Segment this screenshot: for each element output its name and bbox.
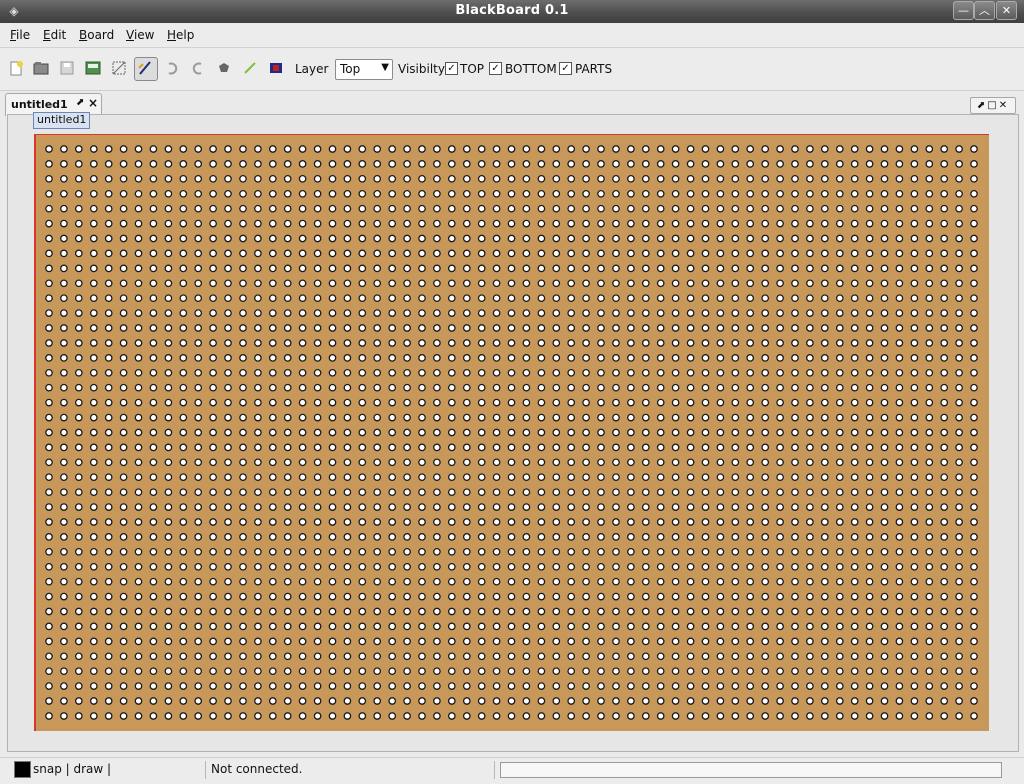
tab-tooltip: untitled1: [33, 112, 91, 129]
color-icon[interactable]: [266, 58, 286, 78]
export-icon[interactable]: [83, 58, 103, 78]
rotate-icon[interactable]: [214, 58, 234, 78]
close-tab-icon[interactable]: ×: [88, 96, 98, 110]
title-bar: ◈ BlackBoard 0.1 — ︿ ✕: [0, 0, 1024, 23]
parts-checkbox-label: PARTS: [575, 62, 613, 76]
select-icon[interactable]: [109, 58, 129, 78]
layer-label: Layer: [295, 62, 329, 76]
parts-checkbox[interactable]: ✓: [559, 62, 572, 75]
status-mode: snap | draw |: [33, 762, 112, 776]
visibility-label: Visibilty: [398, 62, 445, 76]
tab-label: untitled1: [11, 98, 68, 111]
layer-select-value: Top: [340, 62, 361, 76]
menu-edit[interactable]: Edit: [43, 28, 66, 42]
layer-select[interactable]: Top ▼: [335, 59, 393, 80]
toolbar: Layer Top ▼ Visibilty ✓ TOP ✓ BOTTOM ✓ P…: [0, 48, 1024, 91]
new-icon[interactable]: [6, 58, 26, 78]
bottom-checkbox[interactable]: ✓: [489, 62, 502, 75]
perfboard-canvas[interactable]: [34, 134, 989, 731]
status-connection: Not connected.: [211, 762, 303, 776]
menu-file[interactable]: File: [10, 28, 30, 42]
open-icon[interactable]: [31, 58, 51, 78]
color-swatch: [14, 761, 31, 778]
probe-icon[interactable]: [240, 58, 260, 78]
status-bar: snap | draw | Not connected.: [0, 757, 1024, 784]
document-tab-bar: untitled1 ⬈ × ⬈□✕: [0, 91, 1024, 116]
redo-icon[interactable]: [188, 58, 208, 78]
draw-icon[interactable]: [134, 57, 158, 81]
undo-icon[interactable]: [162, 58, 182, 78]
window-title: BlackBoard 0.1: [455, 3, 569, 18]
undock-icon[interactable]: ⬈: [76, 97, 84, 108]
panel-controls[interactable]: ⬈□✕: [970, 97, 1016, 114]
hole-grid: [45, 145, 978, 720]
status-divider: [494, 761, 495, 779]
menu-help[interactable]: Help: [167, 28, 194, 42]
save-icon[interactable]: [57, 58, 77, 78]
bottom-checkbox-label: BOTTOM: [505, 62, 557, 76]
top-checkbox-label: TOP: [460, 62, 485, 76]
progress-bar: [500, 762, 1002, 778]
chevron-down-icon: ▼: [381, 62, 389, 73]
menu-board[interactable]: Board: [79, 28, 114, 42]
maximize-button[interactable]: ︿: [974, 1, 995, 20]
menu-view[interactable]: View: [126, 28, 154, 42]
menu-bar: File Edit Board View Help: [0, 23, 1024, 48]
close-button[interactable]: ✕: [996, 1, 1017, 20]
minimize-button[interactable]: —: [953, 1, 974, 20]
top-checkbox[interactable]: ✓: [445, 62, 458, 75]
status-divider: [205, 761, 206, 779]
